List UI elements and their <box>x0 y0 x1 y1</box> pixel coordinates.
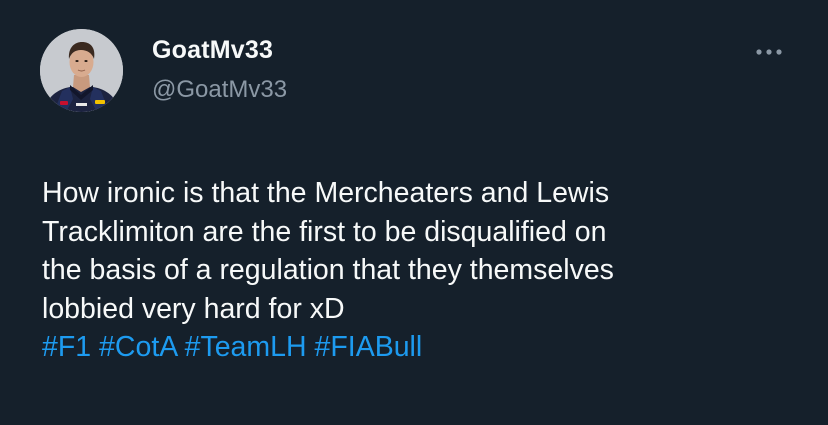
author-display-name[interactable]: GoatMv33 <box>152 36 273 65</box>
tweet-text-line: the basis of a regulation that they them… <box>42 254 614 286</box>
avatar[interactable] <box>40 29 123 112</box>
more-horizontal-icon <box>756 49 782 55</box>
driver-portrait-avatar-icon <box>40 29 123 112</box>
hashtag-link-cota[interactable]: #CotA <box>99 331 177 363</box>
hashtag-link-f1[interactable]: #F1 <box>42 331 91 363</box>
tweet-text: How ironic is that the Mercheaters and L… <box>42 174 802 367</box>
author-handle[interactable]: @GoatMv33 <box>152 76 287 104</box>
more-options-button[interactable] <box>752 40 786 64</box>
tweet-text-line: How ironic is that the Mercheaters and L… <box>42 177 610 209</box>
tweet-card: GoatMv33 @GoatMv33 How ironic is that th… <box>0 0 828 425</box>
hashtag-link-fiabull[interactable]: #FIABull <box>315 331 423 363</box>
hashtag-list: #F1 #CotA #TeamLH #FIABull <box>42 328 802 367</box>
tweet-text-line: lobbied very hard for xD <box>42 292 345 325</box>
hashtag-link-teamlh[interactable]: #TeamLH <box>185 331 307 363</box>
tweet-text-line: Tracklimiton are the first to be disqual… <box>42 215 607 248</box>
